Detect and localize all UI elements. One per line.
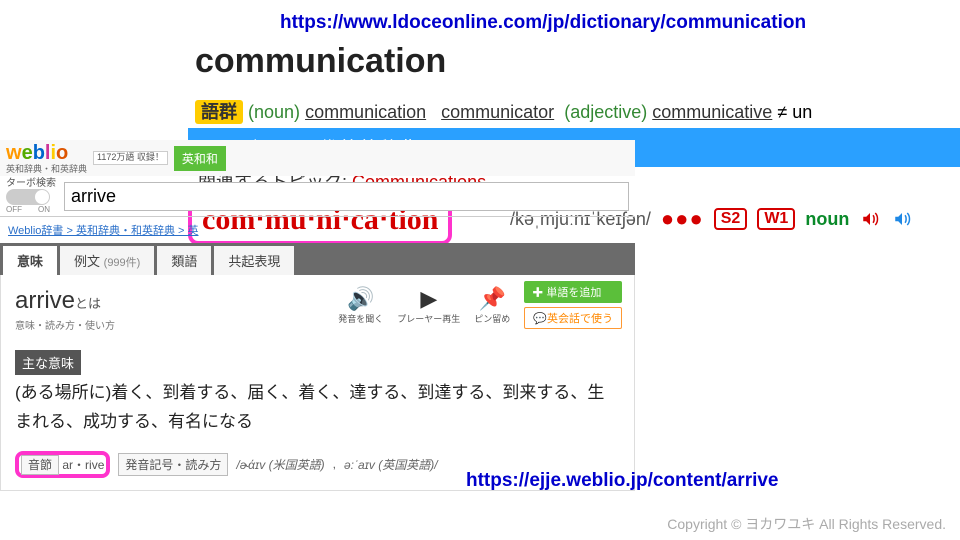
- weblio-logo[interactable]: weblio: [6, 142, 68, 164]
- word-family-row: 語群 (noun) communication communicator (ad…: [195, 98, 812, 124]
- tab-bar: 意味 例文 (999件) 類語 共起表現: [0, 243, 635, 275]
- pos-adj: (adjective): [564, 102, 647, 122]
- wf-communication[interactable]: communication: [305, 102, 426, 122]
- weblio-header: weblio 英和辞典・和英辞典 1172万語 収録！ 英和和: [0, 140, 635, 176]
- pos-noun: (noun): [248, 102, 300, 122]
- add-word-button[interactable]: ✚ 単語を追加: [524, 281, 622, 303]
- source-url-bottom: https://ejje.weblio.jp/content/arrive: [466, 470, 779, 492]
- frequency-dots: ●●●: [661, 206, 704, 232]
- eikaiwa-button[interactable]: 💬英会話で使う: [524, 307, 622, 329]
- syllable-highlight: 音節 ar・rive: [15, 451, 110, 478]
- meaning-label: 主な意味: [15, 350, 81, 375]
- meaning-text: (ある場所に)着く、到着する、届く、着く、達する、到達する、到来する、生まれる、…: [15, 379, 620, 437]
- pos-label: noun: [805, 209, 849, 230]
- search-row: ターボ検索 OFF ON: [0, 176, 635, 217]
- neq: ≠ un: [777, 102, 812, 122]
- family-tag: 語群: [195, 100, 243, 124]
- syllable-label: 音節: [21, 455, 59, 475]
- switch-on: ON: [38, 205, 50, 214]
- tab-synonyms[interactable]: 類語: [157, 246, 211, 275]
- tool-pin[interactable]: 📌ピン留め: [474, 286, 510, 325]
- dict-type-button[interactable]: 英和和: [174, 146, 226, 171]
- switch-off: OFF: [6, 205, 22, 214]
- speaker-icon-blue[interactable]: [891, 210, 913, 228]
- wf-communicative[interactable]: communicative: [652, 102, 772, 122]
- entry-body: arriveとは 意味・読み方・使い方 🔊発音を聞く ▶プレーヤー再生 📌ピン留…: [0, 275, 635, 491]
- tab-examples[interactable]: 例文 (999件): [60, 246, 154, 275]
- wf-communicator[interactable]: communicator: [441, 102, 554, 122]
- tool-row: 🔊発音を聞く ▶プレーヤー再生 📌ピン留め ✚ 単語を追加 💬英会話で使う: [338, 281, 622, 329]
- turbo-label: ターボ検索: [6, 178, 56, 189]
- weblio-panel: weblio 英和辞典・和英辞典 1172万語 収録！ 英和和 ターボ検索 OF…: [0, 140, 635, 491]
- word-count-badge: 1172万語 収録！: [93, 151, 168, 165]
- tab-meaning[interactable]: 意味: [3, 246, 57, 275]
- search-input[interactable]: [64, 182, 629, 211]
- syllable-value: ar・rive: [62, 458, 104, 472]
- freq-s2: S2: [714, 208, 748, 230]
- tool-listen[interactable]: 🔊発音を聞く: [338, 286, 383, 325]
- headword: communication: [195, 42, 446, 81]
- tab-collocations[interactable]: 共起表現: [214, 246, 294, 275]
- turbo-switch[interactable]: [6, 189, 50, 205]
- pron-label: 発音記号・読み方: [118, 453, 228, 476]
- copyright: Copyright © ヨカワユキ All Rights Reserved.: [667, 514, 946, 534]
- source-url-top: https://www.ldoceonline.com/jp/dictionar…: [280, 12, 806, 34]
- speaker-icon-red[interactable]: [859, 210, 881, 228]
- freq-w1: W1: [757, 208, 795, 230]
- ipa-us: /ɚάɪv (米国英語): [236, 456, 324, 473]
- tool-play[interactable]: ▶プレーヤー再生: [397, 286, 460, 325]
- weblio-subtitle: 英和辞典・和英辞典: [6, 165, 87, 174]
- breadcrumb[interactable]: Weblio辞書 > 英和辞典・和英辞典 > 英: [0, 217, 635, 243]
- ipa-uk: ə:ˈaɪv (英国英語)/: [344, 456, 438, 473]
